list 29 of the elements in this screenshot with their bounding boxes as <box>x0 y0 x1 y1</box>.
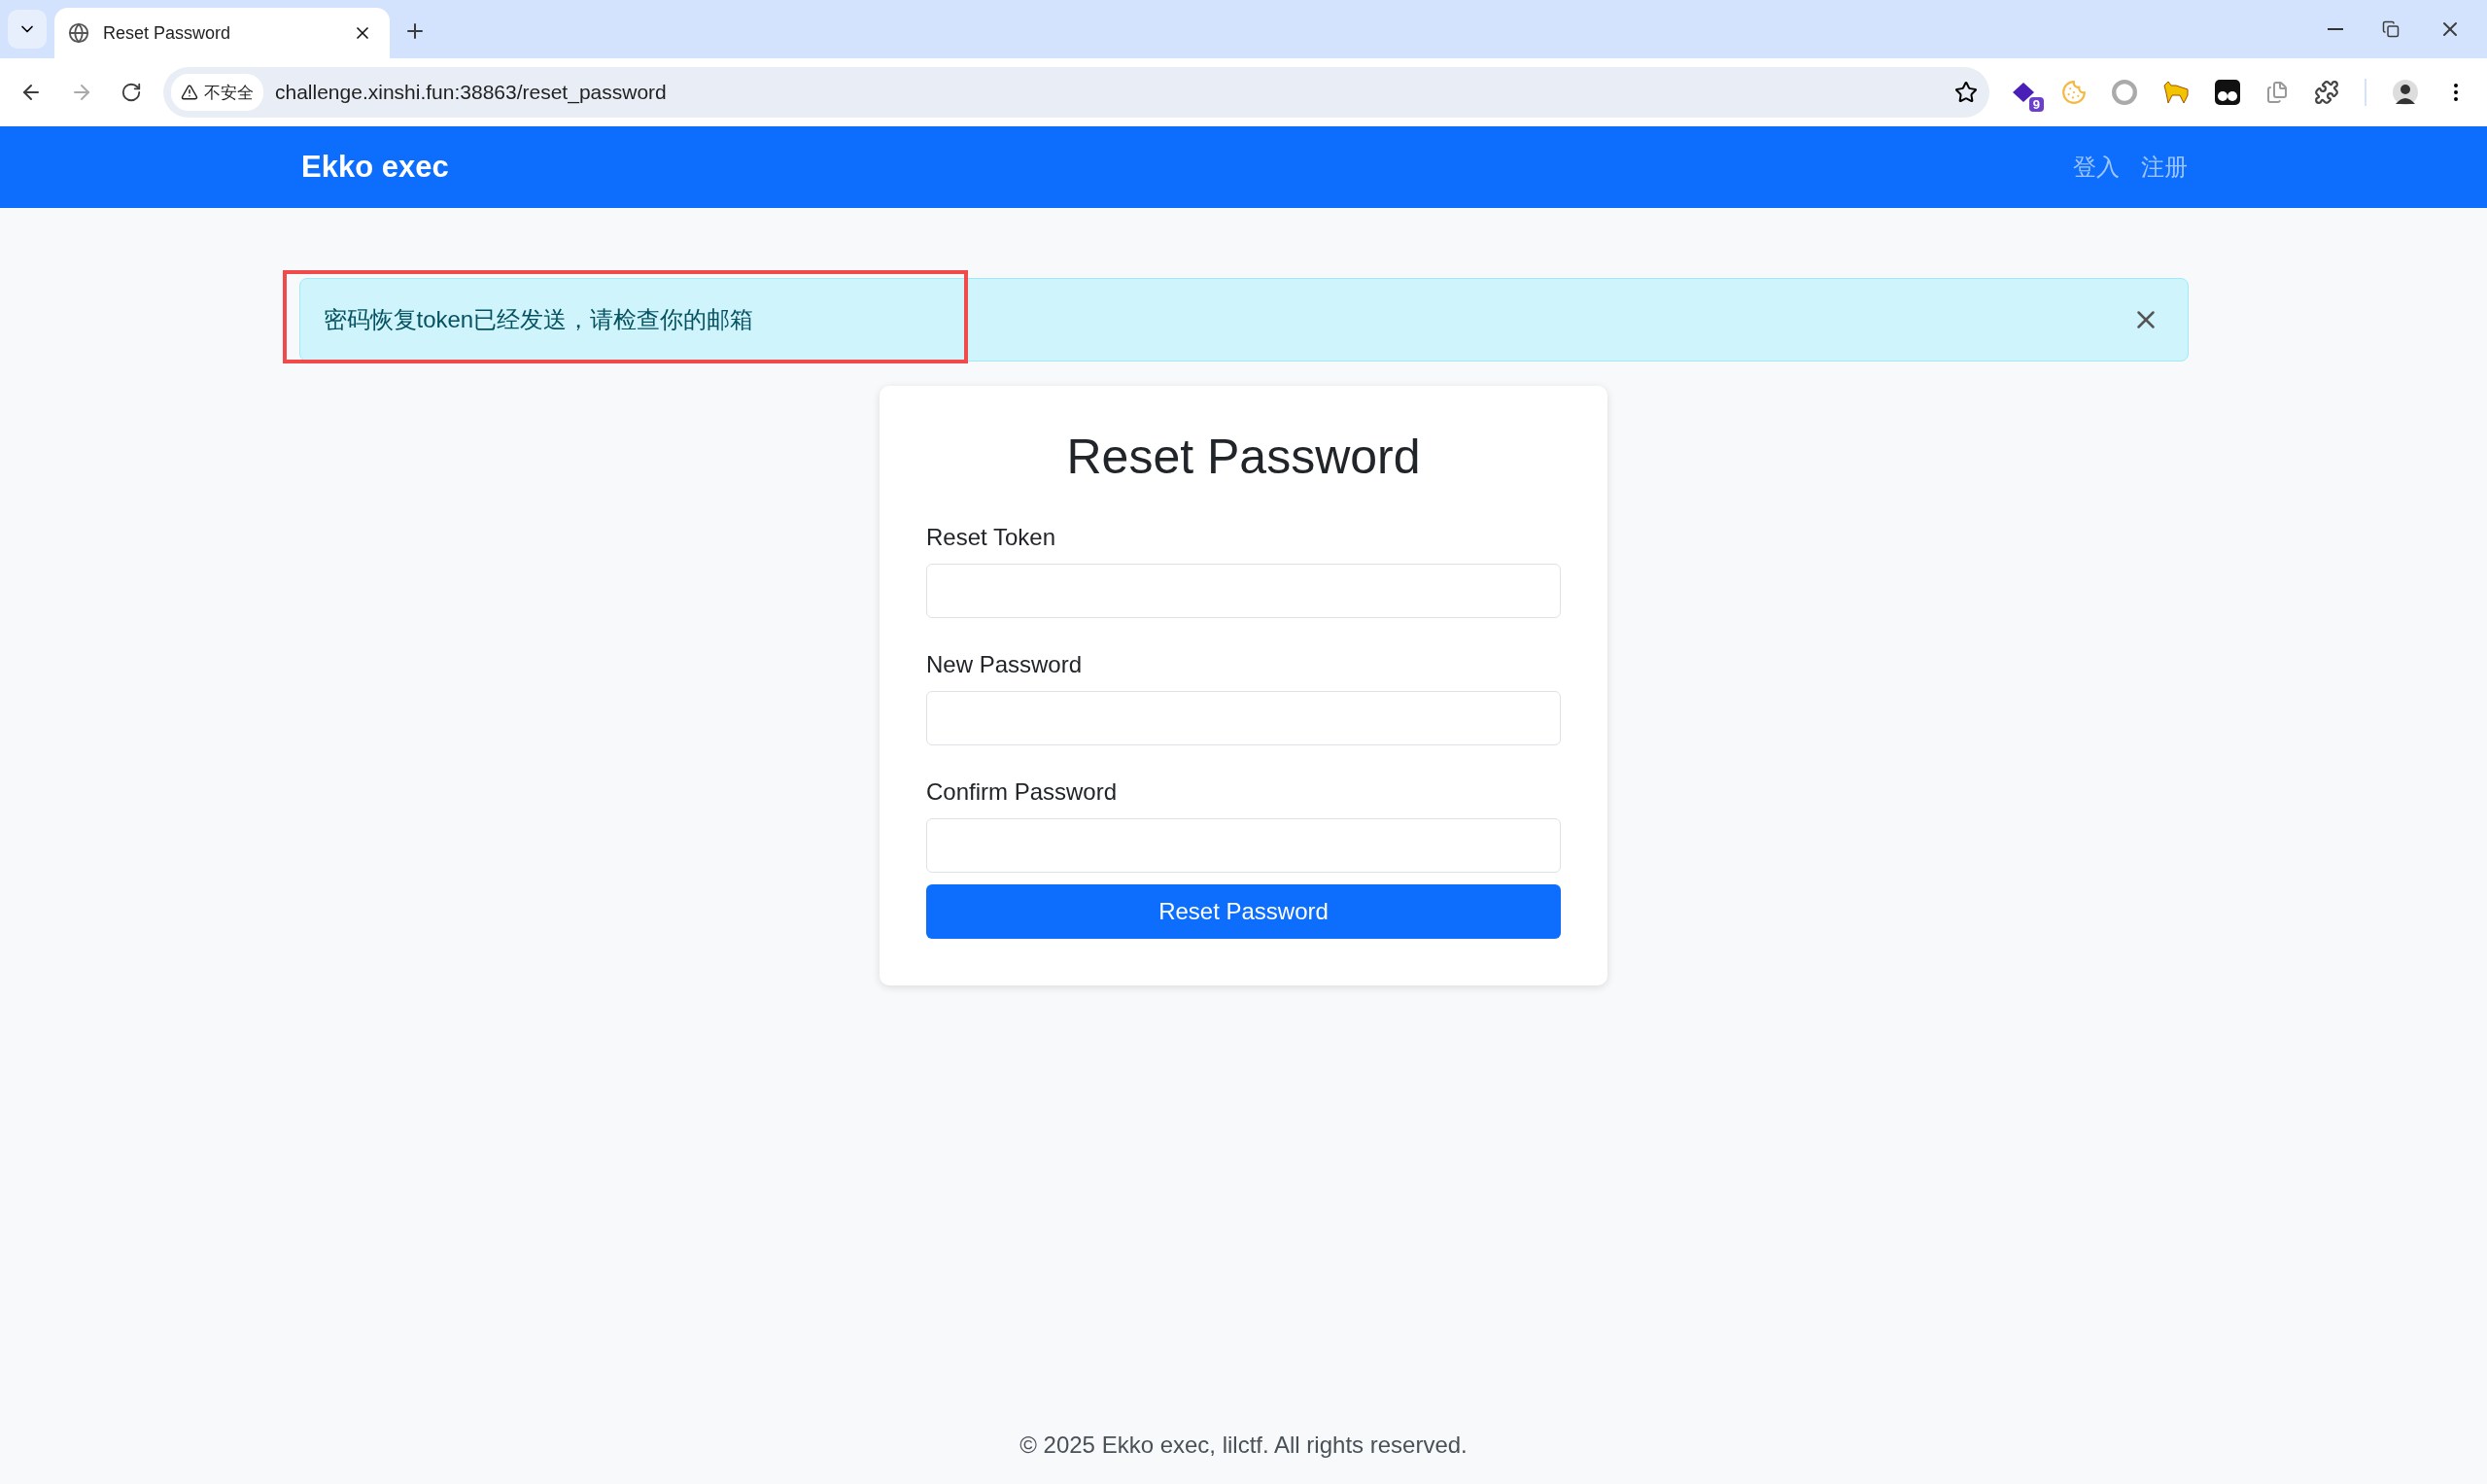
input-field[interactable] <box>926 691 1561 745</box>
minimize-icon <box>2328 28 2343 30</box>
brand-link[interactable]: Ekko exec <box>301 150 449 185</box>
globe-icon <box>68 22 89 44</box>
two-dots-extension-icon[interactable] <box>2215 80 2240 105</box>
input-field[interactable] <box>926 564 1561 618</box>
restore-icon <box>2382 20 2400 38</box>
field-label: New Password <box>926 651 1084 678</box>
reload-icon <box>121 82 142 103</box>
footer-text: © 2025 Ekko exec, lilctf. All rights reserved. <box>1019 1432 1468 1459</box>
url-text: challenge.xinshi.fun:38863/reset_password <box>275 81 668 104</box>
reset-password-button[interactable]: Reset Password <box>926 884 1561 939</box>
tab-title: Reset Password <box>103 22 232 44</box>
nav-link[interactable]: 注册 <box>2141 152 2188 183</box>
alert-message: 密码恢复token已经发送，请检查你的邮箱 <box>323 305 754 334</box>
nav-link[interactable]: 登入 <box>2073 152 2120 183</box>
field-label: Confirm Password <box>926 778 1119 806</box>
input-field[interactable] <box>926 818 1561 873</box>
form-title: Reset Password <box>1065 429 1422 485</box>
warning-icon <box>181 84 198 101</box>
documents-icon[interactable] <box>2265 81 2289 104</box>
browser-tab[interactable]: Reset Password <box>54 8 390 58</box>
avatar-icon[interactable] <box>2392 79 2419 106</box>
security-chip[interactable]: 不安全 <box>171 74 263 111</box>
address-bar[interactable]: 不安全 challenge.xinshi.fun:38863/reset_password <box>163 67 1989 118</box>
extension-count-badge: 9 <box>2028 97 2044 112</box>
extensions-icon[interactable] <box>2314 80 2339 105</box>
field-label: Reset Token <box>926 524 1056 551</box>
bookmark-star-icon[interactable] <box>1954 81 1978 104</box>
